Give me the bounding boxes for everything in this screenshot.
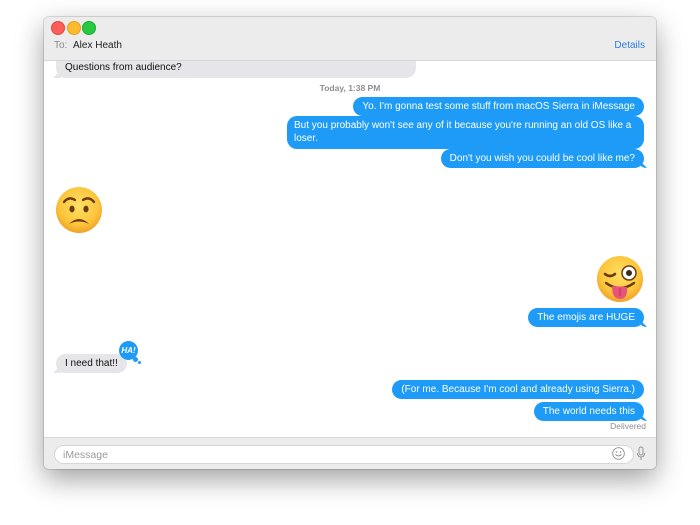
- tapback-tail-dot: [138, 361, 141, 364]
- audio-message-button[interactable]: [636, 446, 646, 461]
- compose-bar: [44, 437, 656, 469]
- conversation-transcript: Questions from audience? Today, 1:38 PM …: [44, 61, 656, 437]
- message-bubble-outgoing[interactable]: The emojis are HUGE: [528, 308, 644, 327]
- message-bubble-incoming[interactable]: Questions from audience?: [56, 61, 416, 78]
- message-text: Questions from audience?: [65, 62, 182, 73]
- message-text: Yo. I'm gonna test some stuff from macOS…: [362, 101, 635, 112]
- message-bubble-outgoing[interactable]: Yo. I'm gonna test some stuff from macOS…: [353, 97, 644, 116]
- message-bubble-outgoing[interactable]: The world needs this: [533, 402, 644, 421]
- timestamp-time: 1:38 PM: [348, 83, 381, 93]
- worried-face-emoji[interactable]: [55, 186, 103, 234]
- smiley-icon: [612, 447, 625, 460]
- timestamp: Today, 1:38 PM: [44, 83, 656, 93]
- message-bubble-outgoing[interactable]: Don't you wish you could be cool like me…: [440, 149, 644, 168]
- microphone-icon: [637, 446, 645, 460]
- message-input-field[interactable]: [54, 445, 634, 464]
- message-text: But you probably won't see any of it bec…: [294, 120, 632, 144]
- message-text: I need that!!: [65, 358, 118, 369]
- zoom-button[interactable]: [82, 21, 96, 35]
- emoji-picker-button[interactable]: [612, 447, 625, 460]
- message-text: The world needs this: [542, 406, 635, 417]
- message-input[interactable]: [63, 447, 603, 462]
- close-button[interactable]: [51, 21, 65, 35]
- winking-face-with-tongue-icon: [597, 256, 643, 302]
- worried-face-icon: [56, 187, 102, 233]
- message-bubble-incoming[interactable]: I need that!!: [56, 354, 127, 373]
- to-label: To:: [54, 40, 68, 51]
- tapback-label: HA!: [121, 346, 136, 355]
- messages-window: To: Alex Heath Details Questions from au…: [44, 17, 656, 469]
- message-bubble-outgoing[interactable]: But you probably won't see any of it bec…: [287, 116, 644, 149]
- message-text: (For me. Because I'm cool and already us…: [401, 384, 635, 395]
- message-text: The emojis are HUGE: [537, 312, 635, 323]
- delivery-status: Delivered: [610, 421, 646, 431]
- details-button[interactable]: Details: [614, 40, 645, 51]
- title-bar: To: Alex Heath Details: [44, 17, 656, 61]
- message-bubble-outgoing[interactable]: (For me. Because I'm cool and already us…: [392, 380, 644, 399]
- recipient-name[interactable]: Alex Heath: [73, 40, 122, 51]
- timestamp-day: Today,: [319, 83, 346, 93]
- winking-tongue-emoji[interactable]: [596, 255, 644, 303]
- minimize-button[interactable]: [67, 21, 81, 35]
- message-text: Don't you wish you could be cool like me…: [449, 153, 635, 164]
